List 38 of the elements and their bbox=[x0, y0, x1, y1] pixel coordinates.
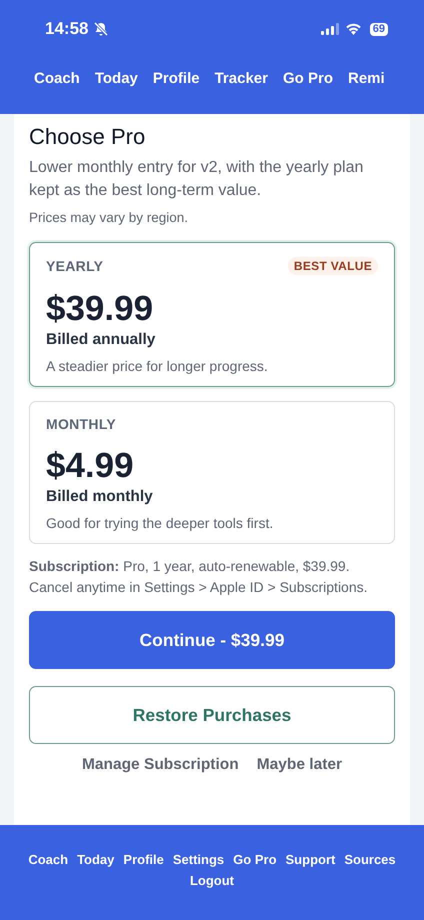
nav-link[interactable]: Today bbox=[94, 70, 138, 87]
best-value-badge: BEST VALUE bbox=[288, 257, 378, 275]
plan-price: $4.99 bbox=[46, 446, 135, 486]
nav-link[interactable]: Settings bbox=[172, 852, 224, 867]
continue-button[interactable]: Continue - $39.99 bbox=[29, 611, 395, 669]
text-link[interactable]: Maybe later bbox=[256, 756, 342, 774]
plan-name: YEARLY bbox=[46, 258, 104, 274]
nav-link[interactable]: Coach bbox=[28, 852, 68, 867]
subtitle: Lower monthly entry for v2, with the yearly plan kept as the best long-term value. bbox=[29, 158, 364, 201]
bell-slash-icon bbox=[93, 21, 110, 37]
price-note: Prices may vary by region. bbox=[29, 210, 190, 225]
status-time: 14:58 bbox=[45, 19, 88, 39]
text-link[interactable]: Manage Subscription bbox=[82, 756, 239, 774]
billing-period: Billed annually bbox=[46, 331, 156, 349]
nav-link[interactable]: Remi bbox=[348, 70, 385, 87]
nav-link[interactable]: Coach bbox=[34, 70, 80, 87]
signal-icon bbox=[320, 23, 340, 35]
restore-button[interactable]: Restore Purchases bbox=[29, 686, 395, 744]
nav-link[interactable]: Profile bbox=[123, 852, 164, 867]
page-title: Choose Pro bbox=[29, 123, 146, 151]
plan-description: Good for trying the deeper tools first. bbox=[46, 515, 274, 531]
nav-link[interactable]: Go Pro bbox=[233, 852, 277, 867]
plan-option[interactable]: MONTHLY $4.99 Billed monthly Good for trying the deeper tools first. bbox=[29, 401, 395, 544]
nav-link[interactable]: Support bbox=[286, 852, 336, 867]
plan-name: MONTHLY bbox=[46, 416, 116, 432]
plan-description: A steadier price for longer progress. bbox=[46, 358, 269, 374]
nav-link[interactable]: Sources bbox=[344, 852, 396, 867]
nav-link[interactable]: Go Pro bbox=[282, 70, 333, 87]
plan-option[interactable]: YEARLY BEST VALUE $39.99 Billed annually A steadier price for longer progress. bbox=[29, 242, 395, 387]
plan-price: $39.99 bbox=[46, 289, 154, 329]
nav-link[interactable]: Logout bbox=[190, 873, 234, 888]
wifi-icon bbox=[344, 23, 362, 35]
subscription-disclosure: Subscription: Pro, 1 year, auto-renewable, $39.99. Cancel anytime in Settings > Apple ID > Subscriptions. bbox=[29, 557, 369, 597]
nav-link[interactable]: Today bbox=[77, 852, 114, 867]
nav-link[interactable]: Tracker bbox=[214, 70, 268, 87]
battery-indicator: 69 bbox=[370, 22, 388, 36]
billing-period: Billed monthly bbox=[46, 488, 154, 506]
nav-link[interactable]: Profile bbox=[152, 70, 200, 87]
